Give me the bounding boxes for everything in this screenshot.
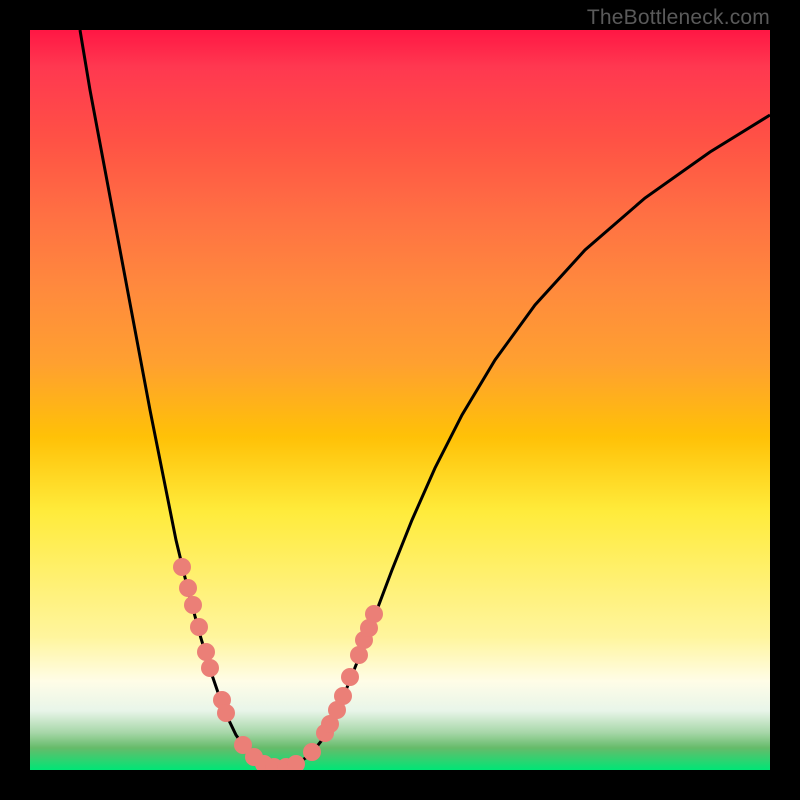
data-dot — [179, 579, 197, 597]
data-dots — [173, 558, 383, 770]
data-dot — [190, 618, 208, 636]
data-dot — [341, 668, 359, 686]
data-dot — [184, 596, 202, 614]
curve-layer — [30, 30, 770, 770]
data-dot — [201, 659, 219, 677]
watermark-text: TheBottleneck.com — [587, 6, 770, 30]
data-dot — [217, 704, 235, 722]
data-dot — [287, 755, 305, 770]
data-dot — [197, 643, 215, 661]
chart-frame — [30, 30, 770, 770]
data-dot — [365, 605, 383, 623]
data-dot — [173, 558, 191, 576]
data-dot — [303, 743, 321, 761]
data-dot — [334, 687, 352, 705]
curve-left — [80, 30, 280, 768]
